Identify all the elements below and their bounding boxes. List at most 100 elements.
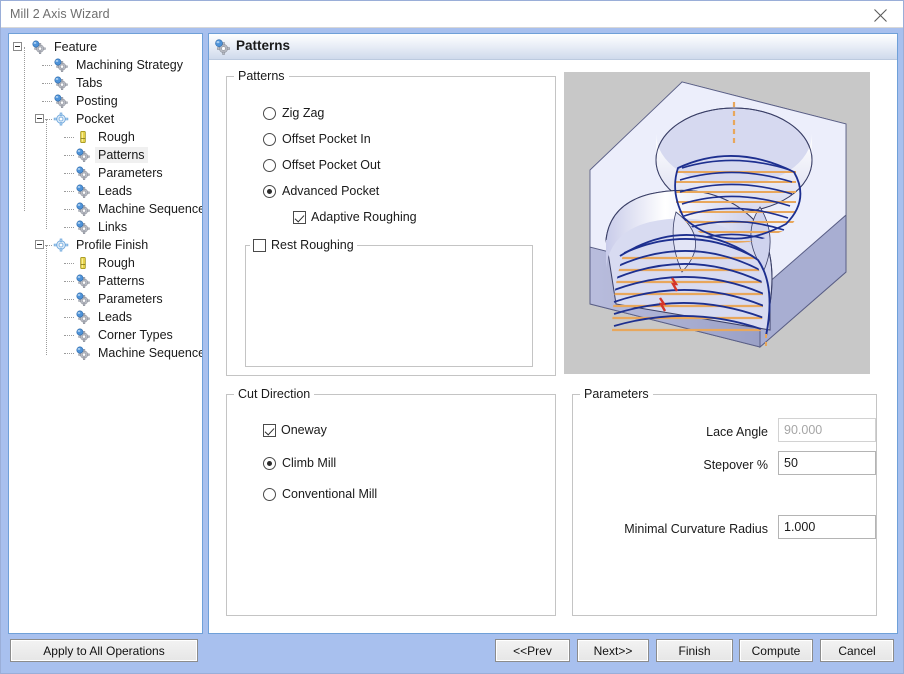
tree-expander[interactable]: [35, 113, 44, 123]
parameters-groupbox-legend: Parameters: [580, 387, 653, 401]
tree-expander[interactable]: [35, 239, 44, 249]
tree-item-machine-sequence[interactable]: Machine Sequence: [9, 344, 202, 362]
tree-item-label: Leads: [98, 184, 133, 198]
radio-zig-zag[interactable]: Zig Zag: [263, 106, 324, 120]
tree-item-label: Pocket: [76, 112, 115, 126]
radio-conventional-mill[interactable]: Conventional Mill: [263, 487, 377, 501]
tree-item-leads[interactable]: Leads: [9, 308, 202, 326]
radio-label: Climb Mill: [282, 456, 337, 470]
tree-item-pocket[interactable]: Pocket: [9, 110, 202, 128]
minimal-curvature-radius-input[interactable]: [778, 515, 876, 539]
tree-connector: [64, 155, 74, 156]
checkbox-indicator: [263, 423, 276, 437]
checkbox-adaptive-roughing[interactable]: Adaptive Roughing: [293, 210, 417, 224]
radio-label: Zig Zag: [282, 106, 325, 120]
tree-connector: [64, 137, 74, 138]
tree-connector: [64, 227, 74, 228]
cut-direction-groupbox-legend: Cut Direction: [234, 387, 315, 401]
radio-label: Advanced Pocket: [282, 184, 380, 198]
radio-label: Offset Pocket In: [282, 132, 371, 146]
toolpath-3d-graphic: [589, 81, 847, 350]
panel-title: Patterns: [236, 38, 291, 53]
radio-indicator: [263, 456, 276, 470]
radio-offset-pocket-out[interactable]: Offset Pocket Out: [263, 158, 380, 172]
radio-offset-pocket-in[interactable]: Offset Pocket In: [263, 132, 371, 146]
tree-item-tabs[interactable]: Tabs: [9, 74, 202, 92]
tree-item-label: Posting: [76, 94, 118, 108]
gear-light-icon: [53, 112, 69, 126]
tree-item-label: Parameters: [98, 166, 163, 180]
gear-blue-icon: [75, 148, 91, 163]
gear-blue-icon: [53, 94, 69, 109]
tree-spine: [46, 245, 47, 355]
stepover-percent-input[interactable]: [778, 451, 876, 475]
minimal-curvature-radius-label: Minimal Curvature Radius: [624, 522, 768, 536]
checkbox-rest-roughing[interactable]: Rest Roughing: [250, 238, 357, 252]
apply-to-all-operations-button[interactable]: Apply to All Operations: [10, 639, 198, 662]
tree-item-profile-finish[interactable]: Profile Finish: [9, 236, 202, 254]
tree-item-machining-strategy[interactable]: Machining Strategy: [9, 56, 202, 74]
gear-blue-icon: [214, 39, 231, 58]
panel-header: Patterns: [209, 34, 897, 60]
gear-blue-icon: [75, 166, 91, 181]
tree-connector: [42, 65, 52, 66]
tree-item-label: Machine Sequence: [98, 346, 203, 360]
next-button[interactable]: Next>>: [577, 639, 649, 662]
tree-item-links[interactable]: Links: [9, 218, 202, 236]
tree-item-patterns[interactable]: Patterns: [9, 146, 202, 164]
radio-indicator: [263, 184, 276, 198]
compute-button[interactable]: Compute: [739, 639, 813, 662]
gear-blue-icon: [75, 328, 91, 343]
feature-tree-panel[interactable]: Feature Machining Strategy Tabs Posting …: [8, 33, 203, 634]
tree-item-rough[interactable]: Rough: [9, 128, 202, 146]
radio-label: Conventional Mill: [282, 487, 378, 501]
close-icon[interactable]: [865, 4, 895, 26]
tree-connector: [42, 83, 52, 84]
tree-item-patterns[interactable]: Patterns: [9, 272, 202, 290]
tree-item-parameters[interactable]: Parameters: [9, 164, 202, 182]
checkbox-label: Rest Roughing: [271, 238, 354, 252]
checkbox-indicator: [293, 210, 306, 224]
tree-expander[interactable]: [13, 41, 22, 51]
tree-spine: [46, 119, 47, 229]
tree-connector: [64, 209, 74, 210]
toolpath-3d-preview: [564, 72, 870, 374]
tree-item-leads[interactable]: Leads: [9, 182, 202, 200]
tree-item-parameters[interactable]: Parameters: [9, 290, 202, 308]
tree-connector: [42, 101, 52, 102]
mill-2-axis-wizard-window: Mill 2 Axis Wizard Feature Machining Str…: [0, 0, 904, 674]
parameters-groupbox: Parameters Lace Angle Stepover % Minimal…: [572, 387, 877, 616]
gear-blue-icon: [53, 76, 69, 91]
tree-item-feature[interactable]: Feature: [9, 38, 202, 56]
tree-connector: [64, 281, 74, 282]
radio-indicator: [263, 487, 276, 501]
tree-item-posting[interactable]: Posting: [9, 92, 202, 110]
tree-item-label: Machine Sequence: [98, 202, 203, 216]
tree-item-corner-types[interactable]: Corner Types: [9, 326, 202, 344]
gear-blue-icon: [75, 274, 91, 289]
tree-item-rough[interactable]: Rough: [9, 254, 202, 272]
gear-blue-icon: [75, 346, 91, 361]
tree-item-label: Links: [98, 220, 128, 234]
radio-climb-mill[interactable]: Climb Mill: [263, 456, 336, 470]
finish-button[interactable]: Finish: [656, 639, 733, 662]
tree-connector: [64, 317, 74, 318]
prev-button[interactable]: <<Prev: [495, 639, 570, 662]
tree-item-label: Profile Finish: [76, 238, 149, 252]
gear-blue-icon: [75, 292, 91, 307]
tree-connector: [64, 263, 74, 264]
checkbox-oneway[interactable]: Oneway: [263, 423, 327, 437]
patterns-content-panel: Patterns Patterns Zig Zag Offset Pocket …: [208, 33, 898, 634]
cancel-button[interactable]: Cancel: [820, 639, 894, 662]
radio-label: Offset Pocket Out: [282, 158, 381, 172]
tree-item-label: Tabs: [76, 76, 103, 90]
tree-connector: [64, 353, 74, 354]
tool-yellow-icon: [75, 256, 91, 270]
radio-advanced-pocket[interactable]: Advanced Pocket: [263, 184, 379, 198]
tree-item-machine-sequence[interactable]: Machine Sequence: [9, 200, 202, 218]
checkbox-label: Oneway: [281, 423, 327, 437]
tool-yellow-icon: [75, 130, 91, 144]
lace-angle-input[interactable]: [778, 418, 876, 442]
tree-item-label: Leads: [98, 310, 133, 324]
patterns-groupbox: Patterns Zig Zag Offset Pocket In Offset…: [226, 69, 556, 376]
